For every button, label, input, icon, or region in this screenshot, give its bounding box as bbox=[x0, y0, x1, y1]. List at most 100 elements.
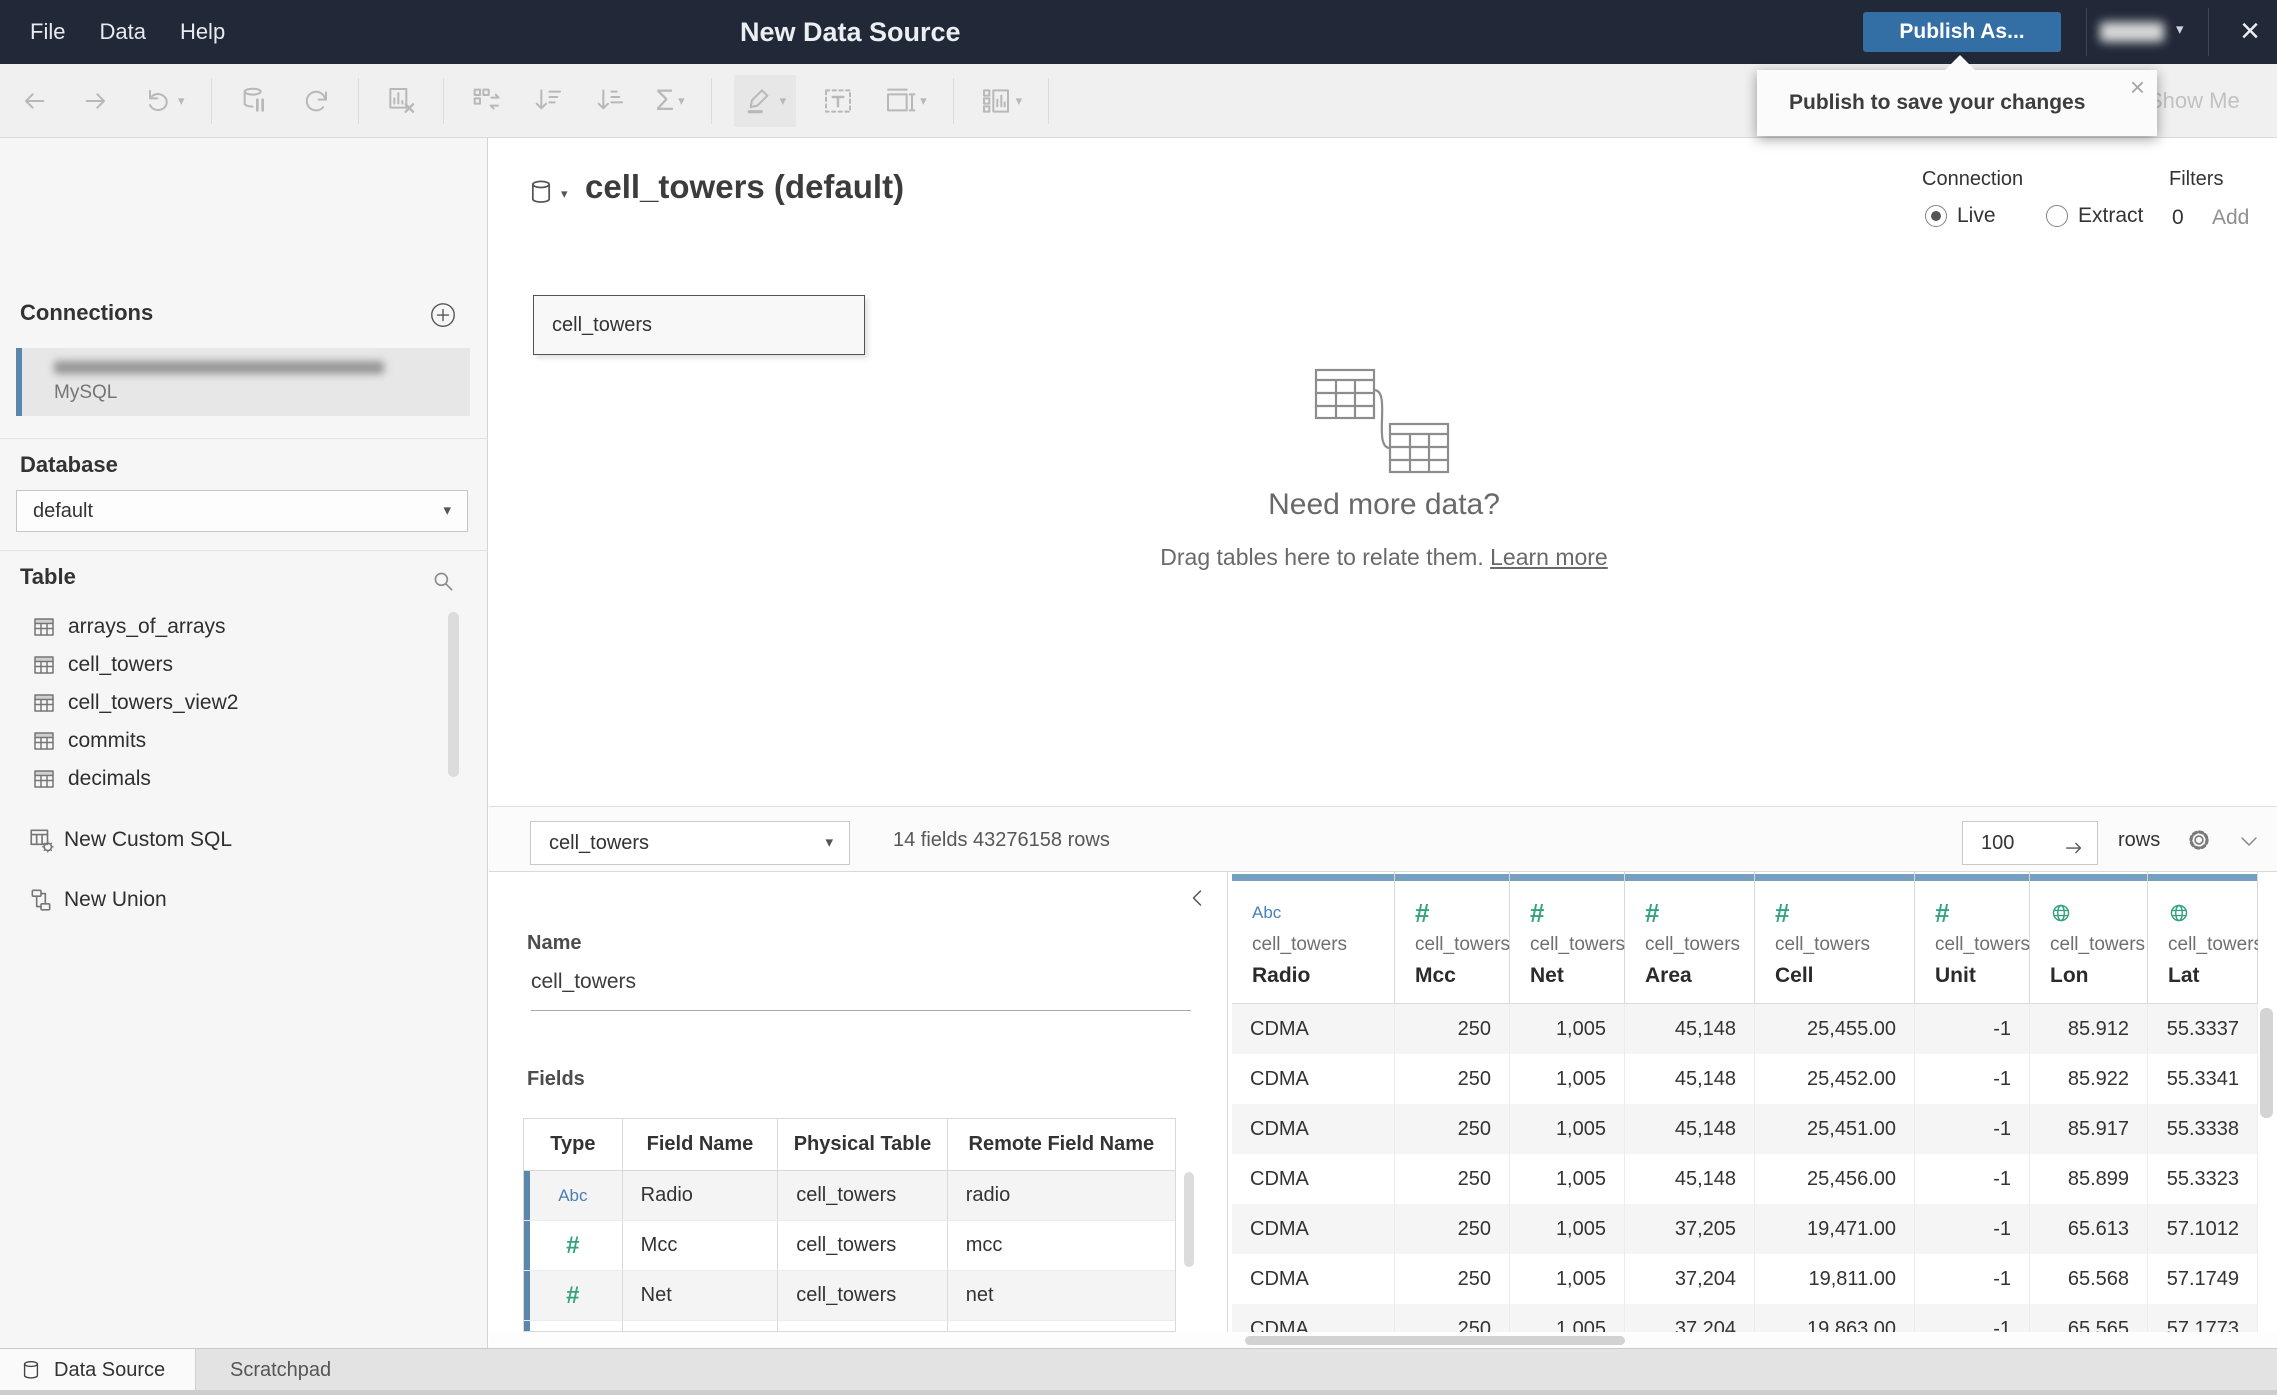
table-item-arrays_of_arrays[interactable]: arrays_of_arrays bbox=[0, 608, 448, 646]
grid-cell: -1 bbox=[1915, 1004, 2030, 1054]
fields-scrollbar[interactable] bbox=[1184, 1172, 1194, 1267]
row-count-input[interactable]: 100 bbox=[1962, 821, 2098, 865]
grid-vertical-scrollbar-thumb[interactable] bbox=[2260, 1008, 2273, 1118]
clear-sheet-icon[interactable] bbox=[381, 75, 421, 127]
geo-type-icon bbox=[2050, 902, 2072, 924]
table-item-decimals[interactable]: decimals bbox=[0, 760, 448, 798]
table-item-cell_towers[interactable]: cell_towers bbox=[0, 646, 448, 684]
table-item-label: decimals bbox=[68, 767, 151, 790]
menu-data[interactable]: Data bbox=[99, 19, 145, 45]
menu-help[interactable]: Help bbox=[180, 19, 225, 45]
redo-icon[interactable] bbox=[76, 75, 116, 127]
grid-column-header-lat[interactable]: cell_towers Lat bbox=[2148, 872, 2258, 1003]
radio-unselected-icon[interactable] bbox=[2046, 205, 2068, 227]
undo-icon[interactable] bbox=[14, 75, 54, 127]
menu-bar: File Data Help bbox=[30, 0, 225, 64]
logical-table-label: cell_towers bbox=[552, 314, 653, 336]
show-me-button[interactable]: Show Me bbox=[2148, 64, 2240, 138]
connections-header: Connections bbox=[20, 300, 154, 325]
data-source-icon[interactable] bbox=[527, 176, 555, 208]
field-accent-bar bbox=[524, 1171, 530, 1220]
grid-cell: -1 bbox=[1915, 1204, 2030, 1254]
live-radio-option[interactable]: Live bbox=[1925, 204, 1996, 228]
radio-selected-icon[interactable] bbox=[1925, 205, 1947, 227]
new-union-button[interactable]: New Union bbox=[0, 880, 488, 920]
totals-icon[interactable]: Σ ▾ bbox=[652, 75, 689, 127]
chevron-down-icon[interactable]: ▾ bbox=[561, 186, 568, 202]
grid-cell: 19,863.00 bbox=[1755, 1304, 1915, 1332]
field-row-radio[interactable]: Abc Radio cell_towers radio bbox=[524, 1171, 1175, 1221]
grid-column-header-cell[interactable]: # cell_towers Cell bbox=[1755, 872, 1915, 1003]
table-item-cell_towers_view2[interactable]: cell_towers_view2 bbox=[0, 684, 448, 722]
apply-row-count-icon[interactable] bbox=[2063, 832, 2085, 854]
preview-table-select[interactable]: cell_towers ▾ bbox=[530, 821, 850, 865]
chevron-down-icon: ▾ bbox=[825, 834, 833, 851]
tooltip-close-icon[interactable]: × bbox=[2130, 74, 2145, 100]
grid-cell: 25,455.00 bbox=[1755, 1004, 1915, 1054]
toolbar-separator bbox=[357, 78, 359, 124]
fields-column-header: Remote Field Name bbox=[968, 1133, 1155, 1155]
menu-file[interactable]: File bbox=[30, 19, 65, 45]
grid-row[interactable]: CDMA 250 1,005 45,148 25,452.00 -1 85.922 55.33… bbox=[1232, 1054, 2258, 1104]
collapse-pane-icon[interactable] bbox=[1186, 886, 1210, 910]
replay-icon[interactable]: ▾ bbox=[138, 75, 189, 127]
grid-column-header-lon[interactable]: cell_towers Lon bbox=[2030, 872, 2148, 1003]
database-select[interactable]: default ▾ bbox=[16, 490, 468, 532]
tab-data-source[interactable]: Data Source bbox=[0, 1349, 196, 1391]
logical-table-node[interactable]: cell_towers bbox=[533, 295, 865, 355]
learn-more-link[interactable]: Learn more bbox=[1490, 544, 1608, 570]
text-annotation-icon[interactable] bbox=[818, 75, 858, 127]
grid-horizontal-scrollbar-thumb[interactable] bbox=[1245, 1336, 1625, 1345]
grid-row[interactable]: CDMA 250 1,005 45,148 25,455.00 -1 85.912 55.33… bbox=[1232, 1004, 2258, 1054]
sort-descending-icon[interactable] bbox=[590, 75, 630, 127]
extract-radio-option[interactable]: Extract bbox=[2046, 204, 2143, 228]
run-update-icon[interactable] bbox=[296, 75, 336, 127]
grid-row[interactable]: CDMA 250 1,005 37,204 19,863.00 -1 65.565 57.17… bbox=[1232, 1304, 2258, 1332]
fit-width-icon[interactable]: ▾ bbox=[880, 75, 931, 127]
grid-row[interactable]: CDMA 250 1,005 37,204 19,811.00 -1 65.568 57.17… bbox=[1232, 1254, 2258, 1304]
grid-horizontal-scrollbar[interactable] bbox=[489, 1332, 2277, 1348]
grid-row[interactable]: CDMA 250 1,005 45,148 25,456.00 -1 85.899 55.33… bbox=[1232, 1154, 2258, 1204]
grid-column-header-radio[interactable]: Abc cell_towers Radio bbox=[1232, 872, 1395, 1003]
new-custom-sql-button[interactable]: New Custom SQL bbox=[0, 820, 488, 860]
publish-as-button[interactable]: Publish As... bbox=[1863, 12, 2061, 52]
grid-cell: 1,005 bbox=[1510, 1154, 1625, 1204]
account-menu[interactable] bbox=[2100, 22, 2164, 42]
titlebar-separator bbox=[2086, 8, 2087, 56]
grid-column-header-unit[interactable]: # cell_towers Unit bbox=[1915, 872, 2030, 1003]
filters-add-link[interactable]: Add bbox=[2212, 206, 2249, 230]
collapse-preview-icon[interactable] bbox=[2237, 829, 2261, 853]
add-connection-icon[interactable] bbox=[428, 300, 458, 330]
gear-icon[interactable] bbox=[2186, 827, 2212, 853]
field-row-area[interactable]: #Areacell_towersarea bbox=[524, 1321, 1175, 1331]
swap-rows-columns-icon[interactable] bbox=[466, 75, 506, 127]
connection-item[interactable]: MySQL bbox=[16, 348, 470, 416]
grid-column-header-mcc[interactable]: # cell_towers Mcc bbox=[1395, 872, 1510, 1003]
pause-auto-updates-icon[interactable] bbox=[234, 75, 274, 127]
action-label: New Custom SQL bbox=[64, 828, 233, 851]
connection-name-redacted bbox=[54, 361, 384, 374]
tab-scratchpad[interactable]: Scratchpad bbox=[196, 1349, 526, 1391]
grid-vertical-scrollbar[interactable] bbox=[2260, 876, 2273, 1328]
field-row-net[interactable]: # Net cell_towers net bbox=[524, 1271, 1175, 1321]
sort-ascending-icon[interactable] bbox=[528, 75, 568, 127]
name-value[interactable]: cell_towers bbox=[531, 970, 636, 994]
table-item-commits[interactable]: commits bbox=[0, 722, 448, 760]
empty-state-heading: Need more data? bbox=[1268, 488, 1500, 521]
grid-column-header-area[interactable]: # cell_towers Area bbox=[1625, 872, 1755, 1003]
table-icon bbox=[32, 615, 56, 639]
grid-column-header-net[interactable]: # cell_towers Net bbox=[1510, 872, 1625, 1003]
show-cards-icon[interactable]: ▾ bbox=[976, 75, 1027, 127]
grid-cell: -1 bbox=[1915, 1054, 2030, 1104]
column-table-name: cell_towers bbox=[1935, 934, 2031, 955]
field-row-mcc[interactable]: # Mcc cell_towers mcc bbox=[524, 1221, 1175, 1271]
grid-row[interactable]: CDMA 250 1,005 45,148 25,451.00 -1 85.917 55.33… bbox=[1232, 1104, 2258, 1154]
union-icon bbox=[28, 887, 54, 913]
grid-cell: CDMA bbox=[1232, 1304, 1395, 1332]
window-close-button[interactable]: × bbox=[2228, 8, 2272, 56]
grid-row[interactable]: CDMA 250 1,005 37,205 19,471.00 -1 65.613 57.10… bbox=[1232, 1204, 2258, 1254]
physical-table-cell: cell_towers bbox=[778, 1271, 948, 1320]
sidebar-scrollbar[interactable] bbox=[448, 612, 459, 777]
search-icon[interactable] bbox=[430, 568, 456, 594]
highlight-icon[interactable]: ▾ bbox=[733, 75, 797, 127]
